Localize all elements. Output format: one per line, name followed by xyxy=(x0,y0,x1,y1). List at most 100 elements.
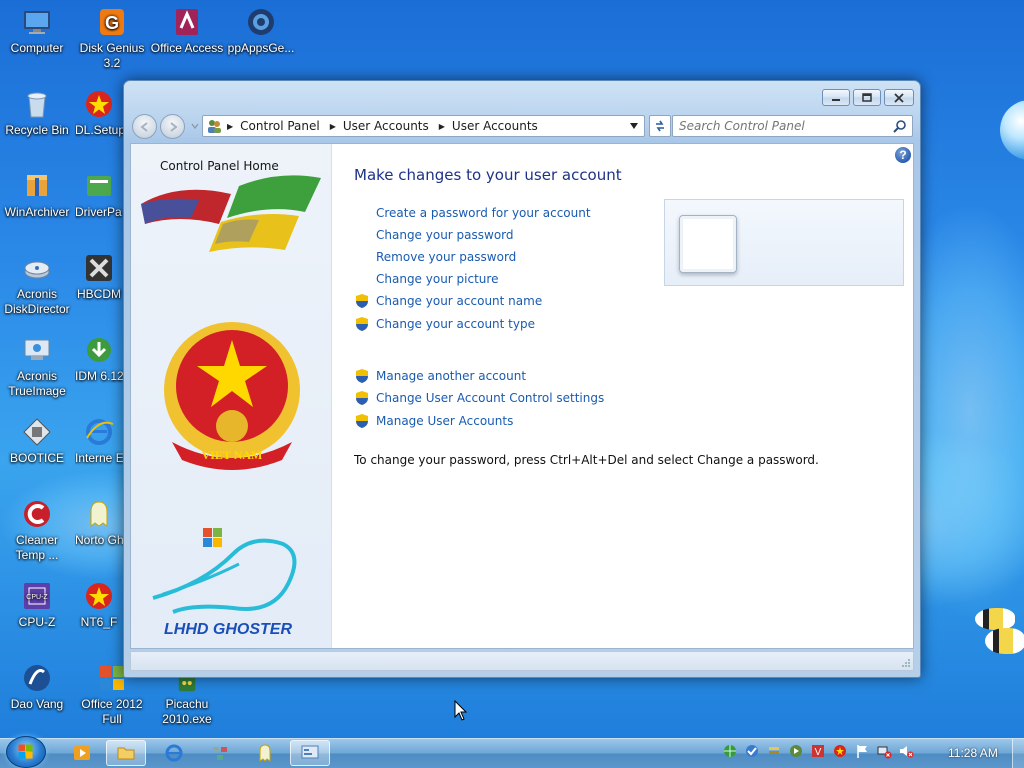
change-account-name-link[interactable]: Change your account name xyxy=(376,294,542,308)
svg-text:CPU-Z: CPU-Z xyxy=(26,594,48,601)
taskbar-control-panel[interactable] xyxy=(290,740,330,766)
close-button[interactable] xyxy=(884,89,914,106)
maximize-button[interactable] xyxy=(853,89,881,106)
close-icon xyxy=(894,92,904,103)
search-box[interactable] xyxy=(672,115,913,137)
manage-user-accounts-link[interactable]: Manage User Accounts xyxy=(376,414,513,428)
network-tool-icon xyxy=(213,747,227,760)
computer-icon xyxy=(24,11,50,34)
ghoster-logo: LHHD GHOSTER xyxy=(152,528,297,638)
desktop-icon-dl-setup[interactable]: DL.Setup xyxy=(75,88,123,138)
ghost-icon xyxy=(259,744,271,762)
desktop-icon-label: Picachu 2010.exe xyxy=(162,697,212,726)
network-disconnected-icon[interactable] xyxy=(876,743,892,759)
change-picture-link[interactable]: Change your picture xyxy=(376,272,498,286)
desktop-icon-nt6-f[interactable]: NT6_F xyxy=(75,580,123,630)
desktop-icon-bootice[interactable]: BOOTICE xyxy=(0,416,74,466)
uac-shield-icon xyxy=(356,317,368,331)
desktop-icon-recycle-bin[interactable]: Recycle Bin xyxy=(0,88,74,138)
vietnam-flag-icon xyxy=(86,583,112,609)
desktop-icon-dao-vang[interactable]: Dao Vang xyxy=(0,662,74,712)
security-check-icon[interactable] xyxy=(744,743,760,759)
desktop-icon-norton-ghost[interactable]: Norto Ghost 11 xyxy=(75,498,123,548)
desktop-icon-label: Interne Explore xyxy=(75,451,123,465)
vietnam-flag-icon[interactable] xyxy=(832,743,848,759)
show-desktop-button[interactable] xyxy=(1012,739,1024,768)
cpu-z-icon: CPU-Z xyxy=(24,583,50,609)
resize-grip-icon[interactable] xyxy=(901,658,911,668)
desktop-icon-computer[interactable]: Computer xyxy=(0,6,74,56)
desktop-icon-label: DL.Setup xyxy=(75,123,123,137)
account-picture-panel xyxy=(664,199,904,286)
desktop-icon-label: ppAppsGe... xyxy=(227,41,295,55)
action-center-flag-icon[interactable] xyxy=(854,743,870,759)
desktop-icon-label: Dao Vang xyxy=(10,697,64,711)
user-accounts-window: ▶ Control Panel ▶ User Accounts ▶ User A… xyxy=(123,80,921,678)
breadcrumb-user-accounts-current[interactable]: User Accounts xyxy=(452,119,538,133)
desktop-icon-label: NT6_F xyxy=(80,615,118,629)
tools-icon xyxy=(86,255,112,281)
taskbar-internet-explorer[interactable] xyxy=(154,740,194,766)
uac-shield-icon xyxy=(356,391,368,405)
desktop-icon-acronis-diskdirector[interactable]: Acronis DiskDirector xyxy=(0,252,74,317)
desktop-icon-label: IDM 6.12 xyxy=(75,369,123,383)
taskbar-clock[interactable]: 11:28 AM xyxy=(948,746,998,760)
back-arrow-icon xyxy=(139,121,148,132)
recent-pages-dropdown-icon[interactable] xyxy=(191,122,199,130)
change-password-link[interactable]: Change your password xyxy=(376,228,514,242)
left-navigation-pane: Control Panel Home VIET NAM LHHD GHOSTER xyxy=(131,144,332,648)
desktop-icon-office-access[interactable]: Office Access xyxy=(150,6,224,56)
unikey-icon[interactable]: V xyxy=(810,743,826,759)
desktop-icon-internet-explorer[interactable]: Interne Explore xyxy=(75,416,123,466)
network-globe-icon[interactable] xyxy=(722,743,738,759)
vietnam-flag-icon xyxy=(86,91,112,117)
taskbar-network-tool[interactable] xyxy=(200,740,240,766)
system-tray: V xyxy=(722,743,914,759)
create-password-link[interactable]: Create a password for your account xyxy=(376,206,591,220)
desktop-icon-winarchiver[interactable]: WinArchiver xyxy=(0,170,74,220)
address-dropdown-icon[interactable] xyxy=(630,123,638,129)
desktop-icon-cpu-z[interactable]: CPU-Z CPU-Z xyxy=(0,580,74,630)
forward-button[interactable] xyxy=(160,114,185,139)
uac-shield-icon xyxy=(356,294,368,308)
taskbar-media-player[interactable] xyxy=(62,740,102,766)
taskbar-ghost[interactable] xyxy=(245,740,285,766)
back-button[interactable] xyxy=(132,114,157,139)
media-icon[interactable] xyxy=(788,743,804,759)
breadcrumb[interactable]: ▶ Control Panel ▶ User Accounts ▶ User A… xyxy=(202,115,645,137)
account-picture[interactable] xyxy=(679,215,737,273)
desktop-icon-cleaner-temp[interactable]: Cleaner Temp ... xyxy=(0,498,74,563)
change-account-type-link[interactable]: Change your account type xyxy=(376,317,535,331)
manage-another-account-link[interactable]: Manage another account xyxy=(376,369,526,383)
desktop-icon-disk-genius[interactable]: G Disk Genius 3.2 xyxy=(75,6,149,71)
start-button[interactable] xyxy=(6,736,46,768)
main-pane: Make changes to your user account Create… xyxy=(354,144,912,648)
breadcrumb-control-panel[interactable]: Control Panel xyxy=(240,119,320,133)
desktop-icon-ppappsge[interactable]: ppAppsGe... xyxy=(224,6,298,56)
desktop-icon-acronis-trueimage[interactable]: Acronis TrueImage xyxy=(0,334,74,399)
ghoster-logo-text: LHHD GHOSTER xyxy=(164,621,292,638)
desktop-icon-idm[interactable]: IDM 6.12 xyxy=(75,334,123,384)
svg-text:G: G xyxy=(105,13,119,33)
search-icon[interactable] xyxy=(893,119,907,133)
minimize-button[interactable] xyxy=(822,89,850,106)
breadcrumb-user-accounts[interactable]: User Accounts xyxy=(343,119,429,133)
taskbar-explorer[interactable] xyxy=(106,740,146,766)
desktop-icon-label: BOOTICE xyxy=(9,451,64,465)
breadcrumb-separator-icon: ▶ xyxy=(438,121,445,131)
stack-icon[interactable] xyxy=(766,743,782,759)
uac-shield-icon xyxy=(356,414,368,428)
desktop-icon-picachu[interactable]: Picachu 2010.exe xyxy=(150,672,224,727)
desktop-icon-label: CPU-Z xyxy=(18,615,56,629)
volume-muted-icon[interactable] xyxy=(898,743,914,759)
control-panel-home-link[interactable]: Control Panel Home xyxy=(160,159,279,173)
maximize-icon xyxy=(862,92,872,102)
remove-password-link[interactable]: Remove your password xyxy=(376,250,516,264)
change-uac-settings-link[interactable]: Change User Account Control settings xyxy=(376,391,604,405)
ccleaner-icon xyxy=(24,501,50,527)
search-input[interactable] xyxy=(673,117,893,135)
refresh-button[interactable] xyxy=(649,115,671,137)
desktop-icon-driverpack[interactable]: DriverPa from Fo xyxy=(75,170,123,220)
desktop-icon-hbcdm[interactable]: HBCDM xyxy=(75,252,123,302)
access-icon xyxy=(176,9,198,35)
